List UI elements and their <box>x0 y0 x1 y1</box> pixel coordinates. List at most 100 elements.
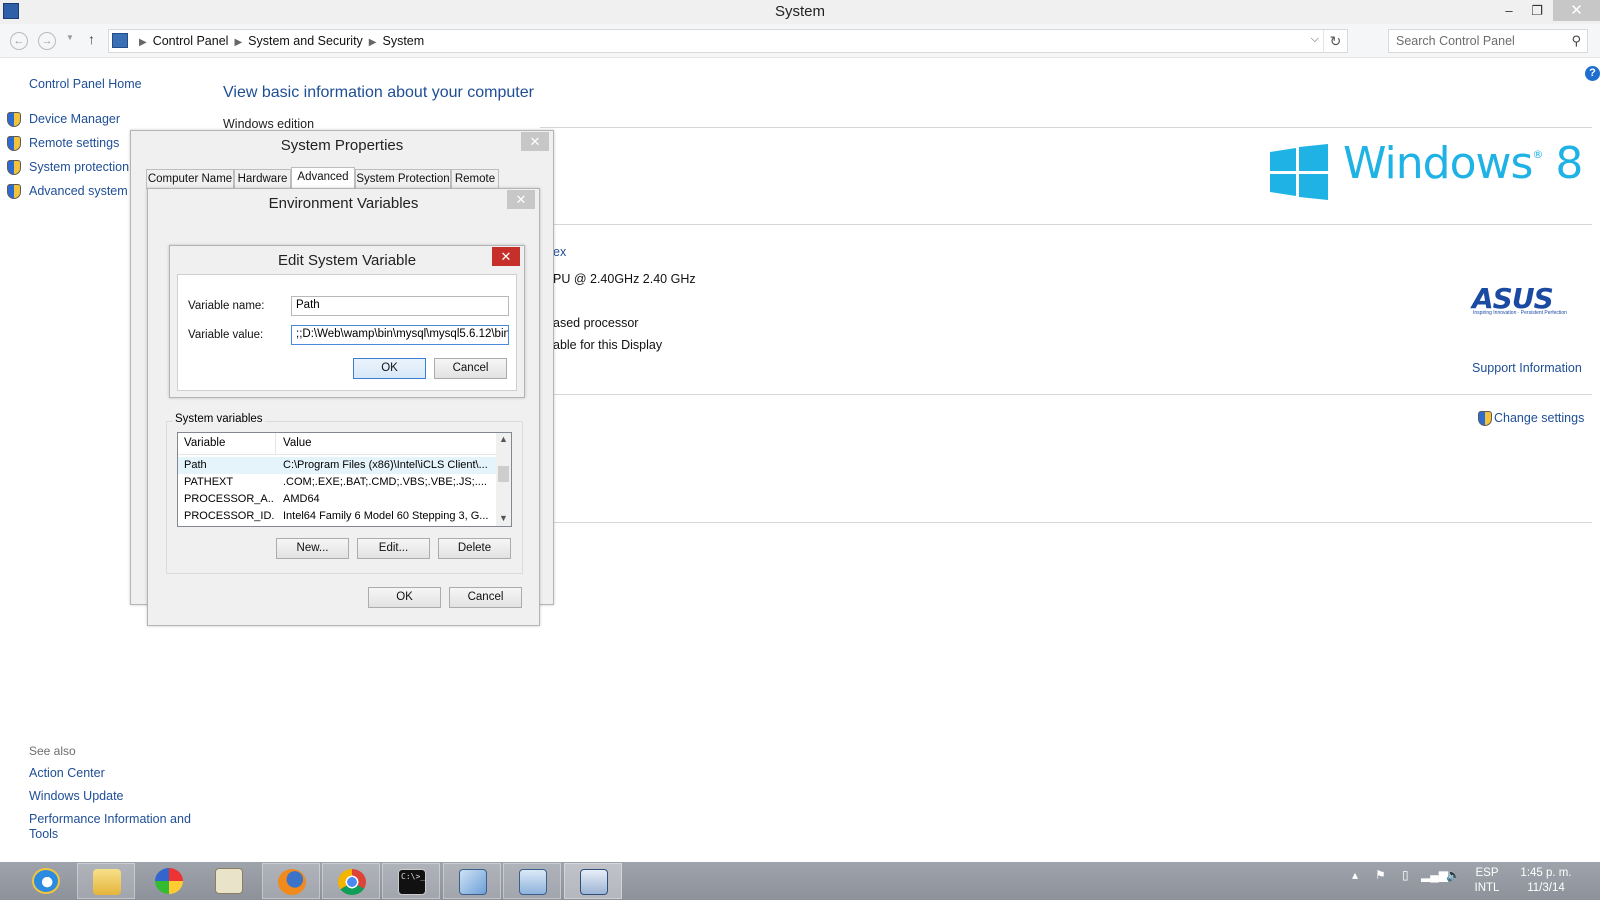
clock[interactable]: 1:45 p. m. 11/3/14 <box>1514 866 1578 896</box>
battery-icon[interactable]: ▯ <box>1402 868 1409 882</box>
volume-icon[interactable]: 🔈 <box>1446 868 1461 882</box>
change-settings-link[interactable]: Change settings <box>1494 411 1584 425</box>
device-manager-link[interactable]: Device Manager <box>29 112 120 126</box>
edit-system-variable-close-button[interactable]: ✕ <box>492 247 520 266</box>
divider <box>545 224 1592 225</box>
system-protection-link[interactable]: System protection <box>29 160 129 174</box>
variable-value-input[interactable]: ;;D:\Web\wamp\bin\mysql\mysql5.6.12\bin <box>291 325 509 345</box>
windows-update-link[interactable]: Windows Update <box>29 789 124 803</box>
search-input[interactable]: Search Control Panel ⚲ <box>1388 29 1588 53</box>
up-arrow-icon[interactable]: ↑ <box>88 31 95 47</box>
taskbar: C:\>_ ▴ ⚑ ▯ ▂▄▆ 🔈 ESP INTL 1:45 p. m. 11… <box>0 862 1600 900</box>
edit-cancel-button[interactable]: Cancel <box>434 358 507 379</box>
breadcrumb-system[interactable]: System <box>383 34 425 48</box>
internet-explorer-taskbar-button[interactable] <box>17 863 75 899</box>
edit-variable-button[interactable]: Edit... <box>357 538 430 559</box>
delete-variable-button[interactable]: Delete <box>438 538 511 559</box>
search-icon[interactable]: ⚲ <box>1571 33 1581 49</box>
processor-text: PU @ 2.40GHz 2.40 GHz <box>553 272 696 286</box>
row-variable: PROCESSOR_A... <box>184 493 274 505</box>
breadcrumb-control-panel[interactable]: Control Panel <box>153 34 229 48</box>
forward-arrow-icon[interactable]: → <box>38 32 56 50</box>
list-header: Variable Value <box>178 433 498 455</box>
control-panel-home-link[interactable]: Control Panel Home <box>29 77 142 91</box>
scroll-up-chevron-icon[interactable]: ▲ <box>496 434 511 444</box>
cube-icon <box>459 869 487 895</box>
variable-name-label: Variable name: <box>188 300 265 312</box>
new-variable-button[interactable]: New... <box>276 538 349 559</box>
table-row[interactable]: PROCESSOR_A... AMD64 <box>178 491 498 508</box>
table-row[interactable]: Path C:\Program Files (x86)\Intel\iCLS C… <box>178 457 498 474</box>
edit-system-variable-title: Edit System Variable <box>277 252 417 269</box>
minimize-button[interactable]: – <box>1495 0 1523 21</box>
column-header-variable[interactable]: Variable <box>184 437 225 449</box>
address-bar[interactable]: ▶ Control Panel ▶ System and Security ▶ Syste… <box>108 29 1348 53</box>
breadcrumb-separator-icon: ▶ <box>139 37 147 48</box>
remote-settings-link[interactable]: Remote settings <box>29 136 119 150</box>
advanced-system-settings-link[interactable]: Advanced system s <box>29 184 137 198</box>
performance-information-link-line2[interactable]: Tools <box>29 827 58 841</box>
keyboard-layout-text: INTL <box>1474 882 1500 894</box>
tab-hardware[interactable]: Hardware <box>234 169 291 189</box>
action-center-flag-icon[interactable]: ⚑ <box>1375 868 1386 882</box>
refresh-icon[interactable]: ↻ <box>1323 30 1347 52</box>
column-header-value[interactable]: Value <box>283 437 312 449</box>
chrome-taskbar-button[interactable] <box>322 863 380 899</box>
control-panel-taskbar-button[interactable] <box>503 863 561 899</box>
show-hidden-icons-chevron-up-icon[interactable]: ▴ <box>1352 868 1358 882</box>
firefox-icon <box>278 869 306 895</box>
address-history-chevron-down-icon[interactable]: ⌵ <box>1311 33 1319 46</box>
environment-ok-button[interactable]: OK <box>368 587 441 608</box>
system-monitor-icon <box>580 869 608 895</box>
input-language-indicator[interactable]: ESP INTL <box>1472 866 1502 896</box>
help-icon[interactable]: ? <box>1585 66 1600 81</box>
tab-computer-name[interactable]: Computer Name <box>146 169 234 189</box>
firefox-taskbar-button[interactable] <box>262 863 320 899</box>
file-explorer-taskbar-button[interactable] <box>77 863 135 899</box>
network-signal-icon[interactable]: ▂▄▆ <box>1421 868 1448 882</box>
system-properties-title: System Properties <box>280 137 404 154</box>
edit-ok-button[interactable]: OK <box>353 358 426 379</box>
system-properties-close-button[interactable]: ✕ <box>521 132 549 151</box>
restore-button[interactable]: ❐ <box>1523 0 1551 21</box>
picasa-taskbar-button[interactable] <box>140 863 198 899</box>
command-prompt-taskbar-button[interactable]: C:\>_ <box>382 863 440 899</box>
table-row[interactable]: PATHEXT .COM;.EXE;.BAT;.CMD;.VBS;.VBE;.J… <box>178 474 498 491</box>
row-value: C:\Program Files (x86)\Intel\iCLS Client… <box>283 459 488 471</box>
windows-flag-icon <box>1270 144 1328 200</box>
virtualbox-taskbar-button[interactable] <box>443 863 501 899</box>
tab-system-protection[interactable]: System Protection <box>355 169 451 189</box>
action-center-link[interactable]: Action Center <box>29 766 105 780</box>
environment-variables-close-button[interactable]: ✕ <box>507 190 535 209</box>
windows-edition-heading: Windows edition <box>223 117 315 131</box>
list-scrollbar[interactable]: ▲ ▼ <box>496 433 511 526</box>
control-panel-icon <box>519 869 547 895</box>
divider <box>540 127 1592 128</box>
row-variable: PROCESSOR_ID... <box>184 510 274 522</box>
system-variables-label: System variables <box>173 413 265 425</box>
back-arrow-icon[interactable]: ← <box>10 32 28 50</box>
breadcrumb-separator-icon[interactable]: ▶ <box>369 37 377 48</box>
breadcrumb-separator-icon[interactable]: ▶ <box>234 37 242 48</box>
scroll-down-chevron-icon[interactable]: ▼ <box>496 513 511 523</box>
title-bar: System – ❐ ✕ <box>0 0 1600 24</box>
folder-icon <box>93 869 121 895</box>
notepad-taskbar-button[interactable] <box>200 863 258 899</box>
breadcrumb: ▶ Control Panel ▶ System and Security ▶ Syste… <box>133 34 424 48</box>
system-taskbar-button[interactable] <box>564 863 622 899</box>
tab-advanced[interactable]: Advanced <box>291 167 355 189</box>
table-row[interactable]: PROCESSOR_ID... Intel64 Family 6 Model 6… <box>178 508 498 525</box>
notepad-icon <box>215 868 243 894</box>
tab-remote[interactable]: Remote <box>451 169 499 189</box>
breadcrumb-system-and-security[interactable]: System and Security <box>248 34 363 48</box>
support-information-link[interactable]: Support Information <box>1472 361 1582 375</box>
scroll-thumb[interactable] <box>498 466 509 482</box>
environment-cancel-button[interactable]: Cancel <box>449 587 522 608</box>
uac-shield-icon <box>7 112 21 127</box>
clock-time: 1:45 p. m. <box>1520 867 1572 879</box>
system-variables-list[interactable]: Variable Value Path C:\Program Files (x8… <box>177 432 512 527</box>
close-button[interactable]: ✕ <box>1553 0 1600 21</box>
variable-name-input[interactable]: Path <box>291 296 509 316</box>
recent-pages-chevron-down-icon[interactable]: ▼ <box>66 33 74 42</box>
performance-information-link[interactable]: Performance Information and <box>29 812 191 826</box>
